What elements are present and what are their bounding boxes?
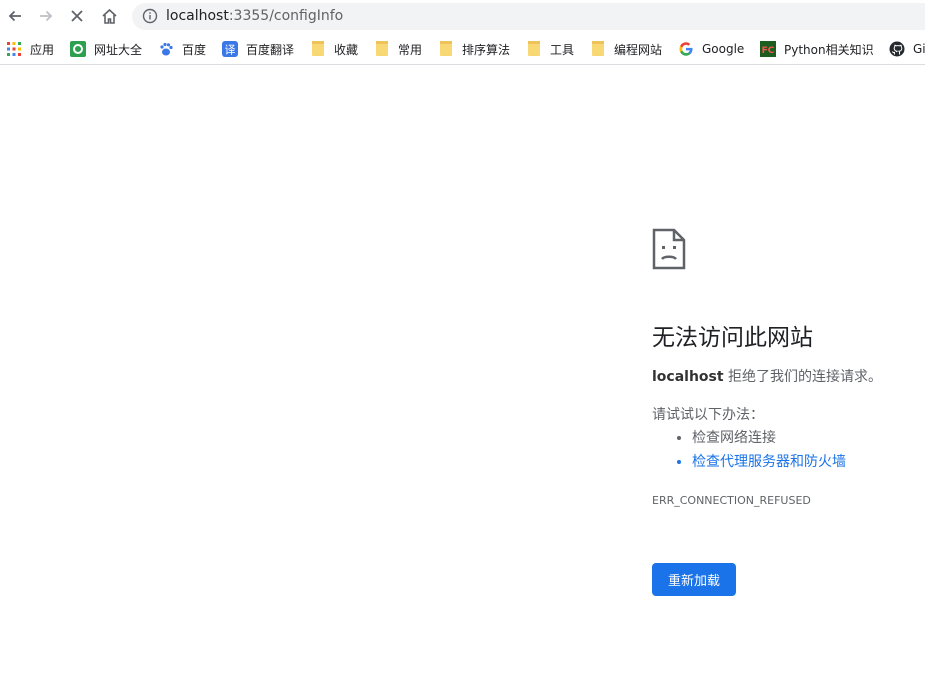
back-arrow-icon	[8, 10, 21, 22]
bookmark-folder-tools[interactable]: 工具	[526, 39, 574, 59]
baidu-translate-icon: 译	[222, 41, 238, 57]
url-path: :3355/configInfo	[228, 8, 344, 24]
fc-icon: FC	[760, 41, 776, 57]
folder-icon	[590, 41, 606, 57]
suggestion-list: 检查网络连接 检查代理服务器和防火墙	[652, 426, 846, 474]
suggestion-link-proxy-firewall[interactable]: 检查代理服务器和防火墙	[692, 450, 846, 474]
forward-button[interactable]	[33, 3, 59, 29]
bookmark-label: Google	[702, 42, 745, 56]
folder-icon	[438, 41, 454, 57]
site-nav-icon	[70, 41, 86, 57]
bookmark-folder-sorting[interactable]: 排序算法	[438, 39, 510, 59]
bookmark-apps[interactable]: 应用	[6, 39, 54, 59]
try-label: 请试试以下办法：	[652, 407, 764, 423]
error-message-text: 拒绝了我们的连接请求。	[723, 369, 883, 385]
bookmark-python[interactable]: FC Python相关知识	[760, 39, 874, 59]
bookmark-label: 常用	[398, 42, 423, 57]
github-icon	[889, 41, 905, 57]
bookmark-label: 工具	[550, 42, 575, 57]
sad-page-icon	[652, 228, 686, 270]
info-icon[interactable]	[142, 8, 158, 24]
bookmark-baidu[interactable]: 百度	[158, 39, 206, 59]
folder-icon	[526, 41, 542, 57]
folder-icon	[374, 41, 390, 57]
bookmark-folder-programming[interactable]: 编程网站	[590, 39, 662, 59]
error-host: localhost	[652, 369, 724, 385]
svg-text:译: 译	[225, 44, 236, 57]
home-icon	[101, 8, 117, 24]
error-title: 无法访问此网站	[652, 325, 813, 351]
baidu-paw-icon	[158, 41, 174, 57]
forward-arrow-icon	[40, 10, 53, 22]
stop-button[interactable]	[64, 3, 90, 29]
google-icon	[678, 41, 694, 57]
folder-icon	[310, 41, 326, 57]
bookmark-label: 编程网站	[614, 42, 663, 57]
svg-text:FC: FC	[762, 46, 775, 56]
error-message: localhost 拒绝了我们的连接请求。	[652, 366, 882, 386]
bookmark-baidu-translate[interactable]: 译 百度翻译	[222, 39, 294, 59]
bookmark-label: 百度	[182, 42, 207, 57]
bookmark-label: 百度翻译	[246, 42, 295, 57]
close-x-icon	[71, 10, 83, 22]
reload-button[interactable]: 重新加载	[652, 563, 736, 596]
bookmark-folder-common[interactable]: 常用	[374, 39, 422, 59]
bookmarks-bar: 应用 网址大全 百度 译 百度翻译 收藏 常用 排序算法 工具 编程网站 Goo…	[0, 33, 925, 65]
url-text[interactable]: localhost:3355/configInfo	[166, 7, 343, 26]
address-bar[interactable]: localhost:3355/configInfo	[132, 3, 925, 30]
back-button[interactable]	[2, 3, 28, 29]
bookmark-label: 收藏	[334, 42, 359, 57]
apps-grid-icon	[6, 41, 22, 57]
bookmark-label: 网址大全	[94, 42, 143, 57]
home-button[interactable]	[96, 3, 122, 29]
bookmark-google[interactable]: Google	[678, 39, 744, 59]
bookmark-label: 应用	[30, 42, 55, 57]
bookmark-label: Python相关知识	[784, 42, 874, 57]
bookmark-label: Gi	[913, 42, 925, 56]
bookmark-label: 排序算法	[462, 42, 511, 57]
bookmark-folder-favorites[interactable]: 收藏	[310, 39, 358, 59]
bookmark-site-nav[interactable]: 网址大全	[70, 39, 142, 59]
bookmark-github[interactable]: Gi	[889, 39, 925, 59]
suggestion-item: 检查网络连接	[692, 426, 846, 450]
error-code: ERR_CONNECTION_REFUSED	[652, 494, 811, 507]
url-host: localhost	[166, 8, 229, 24]
browser-toolbar: localhost:3355/configInfo	[0, 0, 925, 33]
